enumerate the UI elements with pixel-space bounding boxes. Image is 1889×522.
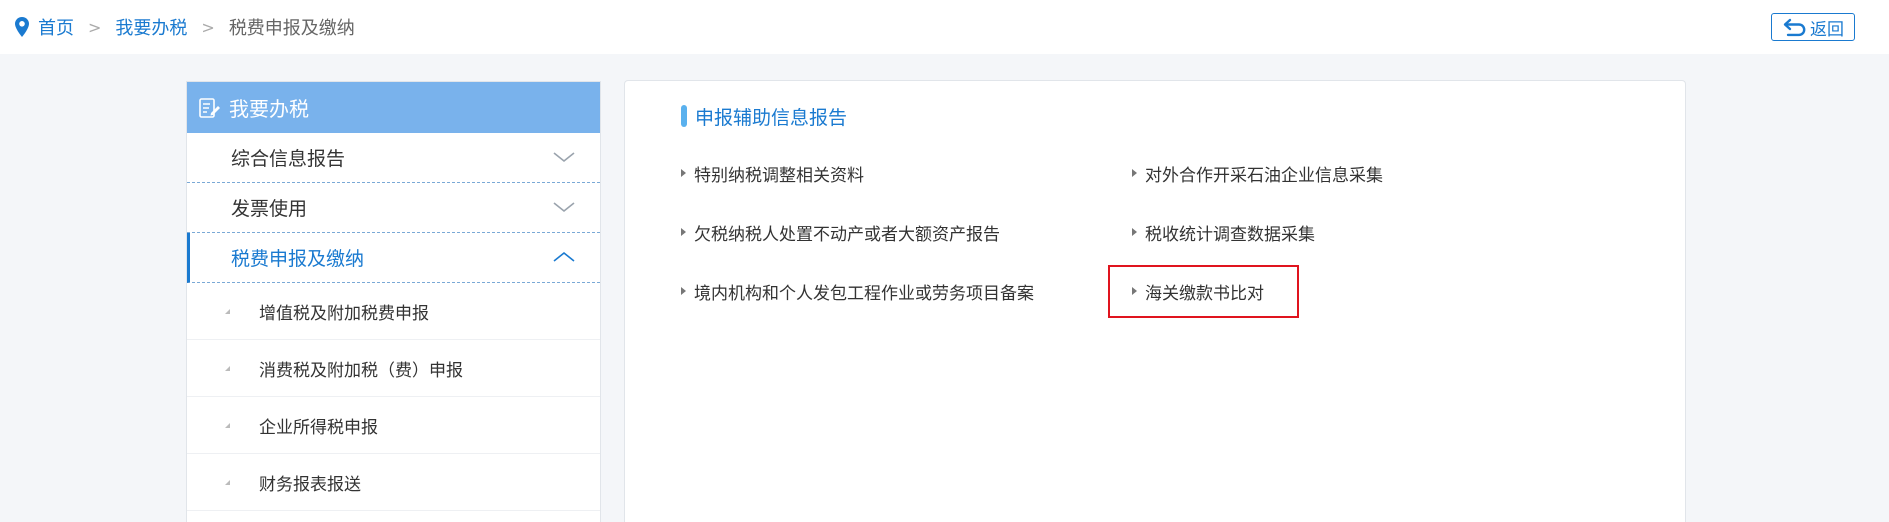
sidebar-group-invoice-use[interactable]: 发票使用 bbox=[187, 183, 600, 233]
edit-document-icon bbox=[199, 97, 220, 118]
caret-right-icon bbox=[681, 228, 686, 236]
sidebar-subitem-label: 消费税及附加税（费）申报 bbox=[259, 360, 463, 381]
sidebar-group-label: 税费申报及缴纳 bbox=[231, 248, 365, 270]
chevron-down-icon bbox=[553, 202, 575, 213]
breadcrumb-home-link[interactable]: 首页 bbox=[38, 14, 74, 40]
sidebar-group-tax-declaration[interactable]: 税费申报及缴纳 bbox=[187, 233, 600, 283]
section-title-bar bbox=[681, 105, 687, 127]
return-arrow-icon bbox=[1783, 18, 1806, 37]
section-title-text: 申报辅助信息报告 bbox=[695, 106, 848, 129]
sidebar-subitem-financial-statements[interactable]: 财务报表报送 bbox=[187, 454, 600, 511]
item-tax-statistics-survey[interactable]: 税收统计调查数据采集 bbox=[1132, 220, 1315, 245]
item-domestic-project-filing[interactable]: 境内机构和个人发包工程作业或劳务项目备案 bbox=[681, 279, 1034, 304]
sidebar: 我要办税 综合信息报告 发票使用 税费申报及缴纳 增值税及附加税费申报 消费税及… bbox=[186, 81, 601, 522]
caret-right-icon bbox=[681, 287, 686, 295]
item-label: 海关缴款书比对 bbox=[1145, 283, 1264, 304]
item-label: 境内机构和个人发包工程作业或劳务项目备案 bbox=[694, 283, 1034, 304]
sidebar-header: 我要办税 bbox=[187, 82, 600, 133]
caret-right-icon bbox=[1132, 228, 1137, 236]
sidebar-header-title: 我要办税 bbox=[229, 97, 309, 121]
triangle-bullet-icon bbox=[225, 366, 230, 371]
sidebar-subitem-label: 企业所得税申报 bbox=[259, 417, 378, 438]
item-tax-arrears-asset-report[interactable]: 欠税纳税人处置不动产或者大额资产报告 bbox=[681, 220, 1000, 245]
sidebar-group-label: 发票使用 bbox=[231, 198, 308, 220]
top-bar: 首页 > 我要办税 > 税费申报及缴纳 返回 bbox=[0, 0, 1889, 54]
chevron-down-icon bbox=[553, 152, 575, 163]
sidebar-subitem-label: 财务报表报送 bbox=[259, 474, 361, 495]
sidebar-group-comprehensive-report[interactable]: 综合信息报告 bbox=[187, 133, 600, 183]
item-label: 税收统计调查数据采集 bbox=[1145, 224, 1315, 245]
caret-right-icon bbox=[1132, 287, 1137, 295]
item-label: 欠税纳税人处置不动产或者大额资产报告 bbox=[694, 224, 1000, 245]
triangle-bullet-icon bbox=[225, 423, 230, 428]
item-offshore-oil-info[interactable]: 对外合作开采石油企业信息采集 bbox=[1132, 161, 1383, 186]
sidebar-subitem-consumption-tax[interactable]: 消费税及附加税（费）申报 bbox=[187, 340, 600, 397]
caret-right-icon bbox=[1132, 169, 1137, 177]
chevron-up-icon bbox=[553, 251, 575, 262]
breadcrumb: 首页 > 我要办税 > 税费申报及缴纳 bbox=[14, 14, 355, 40]
item-label: 特别纳税调整相关资料 bbox=[694, 165, 864, 186]
triangle-bullet-icon bbox=[225, 309, 230, 314]
breadcrumb-level2-link[interactable]: 我要办税 bbox=[115, 14, 187, 40]
breadcrumb-separator: > bbox=[88, 17, 102, 37]
back-button-label: 返回 bbox=[1810, 19, 1844, 40]
sidebar-group-label: 综合信息报告 bbox=[231, 148, 346, 170]
caret-right-icon bbox=[681, 169, 686, 177]
item-customs-payment-comparison[interactable]: 海关缴款书比对 bbox=[1132, 279, 1264, 304]
section-title: 申报辅助信息报告 bbox=[681, 103, 847, 129]
back-button[interactable]: 返回 bbox=[1771, 13, 1855, 41]
sidebar-subitem-label: 增值税及附加税费申报 bbox=[259, 303, 429, 324]
sidebar-subitem-vat[interactable]: 增值税及附加税费申报 bbox=[187, 283, 600, 340]
breadcrumb-current: 税费申报及缴纳 bbox=[228, 18, 355, 39]
item-special-tax-adjustment[interactable]: 特别纳税调整相关资料 bbox=[681, 161, 864, 186]
item-label: 对外合作开采石油企业信息采集 bbox=[1145, 165, 1383, 186]
triangle-bullet-icon bbox=[225, 480, 230, 485]
breadcrumb-separator: > bbox=[201, 17, 215, 37]
main-panel: 申报辅助信息报告 特别纳税调整相关资料 对外合作开采石油企业信息采集 欠税纳税人… bbox=[624, 80, 1686, 522]
sidebar-subitem-corporate-income-tax[interactable]: 企业所得税申报 bbox=[187, 397, 600, 454]
location-pin-icon bbox=[14, 16, 30, 38]
